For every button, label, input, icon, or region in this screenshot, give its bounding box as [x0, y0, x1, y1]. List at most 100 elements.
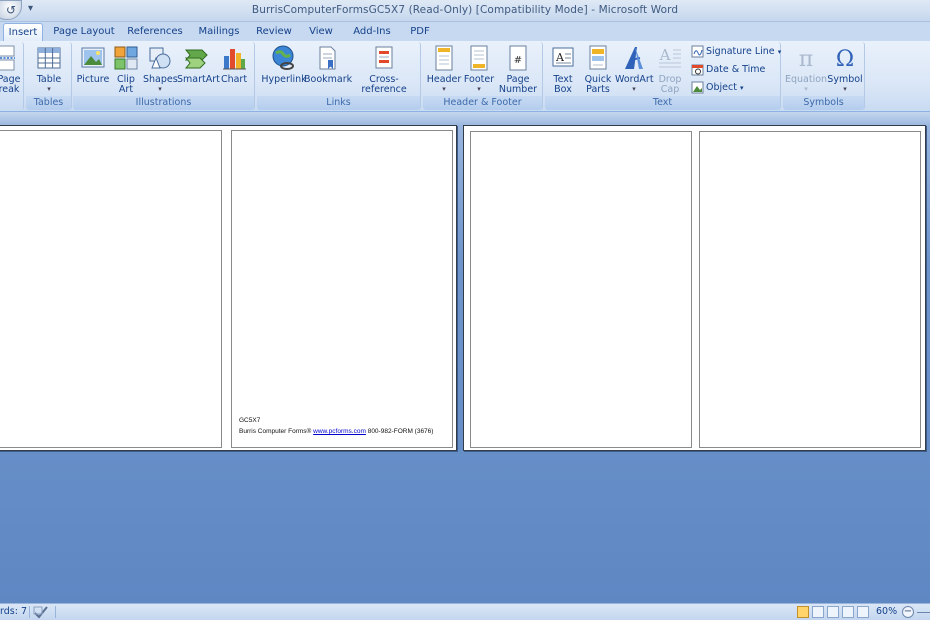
header-label: Header	[426, 74, 462, 85]
page-number-icon: #	[509, 45, 527, 71]
tab-review[interactable]: Review	[254, 23, 294, 41]
header-dropdown-icon: ▾	[442, 85, 446, 93]
smartart-button[interactable]: SmartArt	[177, 44, 220, 85]
signature-line-label: Signature Line	[706, 46, 775, 57]
cross-reference-label: Cross-reference	[361, 74, 407, 95]
equation-dropdown-icon: ▾	[804, 85, 808, 93]
smartart-label: SmartArt	[177, 74, 220, 85]
page-break-button[interactable]: Page reak	[0, 44, 22, 95]
bookmark-label: Bookmark	[304, 74, 353, 85]
cross-reference-button[interactable]: Cross-reference	[350, 44, 418, 95]
shapes-icon	[149, 47, 171, 69]
svg-text:Ω: Ω	[836, 47, 854, 72]
clip-art-icon	[114, 46, 138, 70]
smartart-icon	[184, 49, 208, 69]
word-count[interactable]: rds: 7	[0, 606, 27, 617]
footer-dropdown-icon: ▾	[477, 85, 481, 93]
document-page-2[interactable]	[463, 125, 926, 451]
group-tables: Table ▾ Tables	[26, 42, 72, 110]
signature-line-dropdown-icon: ▾	[777, 48, 782, 56]
group-illustrations: Picture Clip Art Shapes ▾ SmartArt Chart…	[73, 42, 255, 110]
outline-view-icon[interactable]	[842, 606, 854, 618]
tab-pdf[interactable]: PDF	[406, 23, 434, 41]
wordart-button[interactable]: WordArt ▾	[615, 44, 654, 93]
symbols-group-label: Symbols	[783, 96, 864, 110]
page-break-label-2: reak	[0, 84, 20, 95]
date-time-icon	[691, 64, 704, 76]
tab-references[interactable]: References	[126, 23, 184, 41]
full-screen-reading-view-icon[interactable]	[812, 606, 824, 618]
text-box-icon: A	[552, 47, 574, 67]
chart-button[interactable]: Chart	[218, 44, 250, 85]
footer-company: Burris Computer Forms®	[239, 428, 312, 435]
svg-text:#: #	[514, 55, 522, 66]
document-page-1[interactable]: GC5X7 Burris Computer Forms® www.pcforms…	[0, 125, 457, 451]
zoom-slider[interactable]	[917, 612, 930, 613]
bookmark-button[interactable]: Bookmark	[304, 44, 353, 85]
card-panel-1[interactable]	[0, 130, 222, 448]
group-pages: Page reak	[0, 42, 24, 110]
document-area[interactable]: GC5X7 Burris Computer Forms® www.pcforms…	[0, 112, 930, 603]
tab-page-layout[interactable]: Page Layout	[53, 23, 115, 41]
status-separator	[55, 606, 56, 618]
drop-cap-button[interactable]: A Drop Cap	[653, 44, 687, 95]
tab-add-ins[interactable]: Add-Ins	[348, 23, 396, 41]
object-button[interactable]: Object ▾	[691, 80, 744, 96]
proofing-icon[interactable]	[33, 605, 49, 619]
picture-button[interactable]: Picture	[75, 44, 111, 85]
card-panel-4[interactable]	[699, 131, 921, 448]
print-layout-view-icon[interactable]	[797, 606, 809, 618]
group-text: A Text Box Quick Parts WordArt ▾ A Drop …	[545, 42, 781, 110]
symbol-button[interactable]: Ω Symbol ▾	[827, 44, 863, 93]
table-button[interactable]: Table ▾	[30, 44, 68, 93]
tables-group-label: Tables	[26, 96, 71, 110]
quick-parts-icon	[589, 45, 607, 70]
quick-parts-button[interactable]: Quick Parts	[581, 44, 615, 95]
chart-icon	[223, 49, 246, 70]
hyperlink-button[interactable]: Hyperlink	[259, 44, 309, 85]
pi-icon: π	[799, 47, 813, 72]
ribbon-tab-strip: Insert Page Layout References Mailings R…	[0, 22, 930, 41]
object-icon	[691, 81, 704, 94]
tab-mailings[interactable]: Mailings	[195, 23, 243, 41]
tab-insert[interactable]: Insert	[3, 23, 43, 41]
draft-view-icon[interactable]	[857, 606, 869, 618]
text-box-button[interactable]: A Text Box	[547, 44, 579, 95]
zoom-level[interactable]: 60%	[876, 606, 897, 617]
footer-label: Footer	[463, 74, 495, 85]
tab-view[interactable]: View	[305, 23, 337, 41]
title-bar: ↺ ▾ BurrisComputerFormsGC5X7 (Read-Only)…	[0, 0, 930, 22]
shapes-button[interactable]: Shapes ▾	[143, 44, 178, 93]
footer-icon	[470, 45, 488, 71]
clip-art-label-2: Art	[118, 84, 134, 95]
picture-icon	[81, 47, 105, 68]
date-time-label: Date & Time	[706, 64, 766, 75]
date-time-button[interactable]: Date & Time	[691, 62, 765, 78]
footer-link[interactable]: www.pcforms.com	[313, 428, 366, 435]
signature-line-button[interactable]: Signature Line ▾	[691, 44, 781, 60]
page-number-button[interactable]: # Page Number	[497, 44, 539, 95]
wordart-label: WordArt	[615, 74, 654, 85]
clip-art-button[interactable]: Clip Art	[112, 44, 140, 95]
svg-text:π: π	[799, 47, 813, 72]
equation-button[interactable]: π Equation ▾	[785, 44, 827, 93]
card-panel-2[interactable]: GC5X7 Burris Computer Forms® www.pcforms…	[231, 130, 453, 448]
svg-text:A: A	[555, 51, 565, 64]
zoom-out-icon[interactable]: −	[902, 606, 914, 618]
shapes-label: Shapes	[143, 74, 178, 85]
svg-text:A: A	[659, 46, 671, 64]
footer-button[interactable]: Footer ▾	[461, 44, 497, 93]
symbol-label: Symbol	[827, 74, 863, 85]
equation-label: Equation	[785, 74, 828, 85]
chart-label: Chart	[220, 74, 248, 85]
wordart-dropdown-icon: ▾	[632, 85, 636, 93]
document-area-shade	[0, 112, 930, 126]
drop-cap-label-2: Cap	[660, 84, 680, 95]
group-links: Hyperlink Bookmark Cross-reference Links	[257, 42, 421, 110]
header-button[interactable]: Header ▾	[426, 44, 462, 93]
object-label: Object	[706, 82, 737, 93]
card-panel-3[interactable]	[470, 131, 692, 448]
web-layout-view-icon[interactable]	[827, 606, 839, 618]
bookmark-icon	[319, 46, 336, 70]
page-break-icon	[0, 45, 15, 71]
